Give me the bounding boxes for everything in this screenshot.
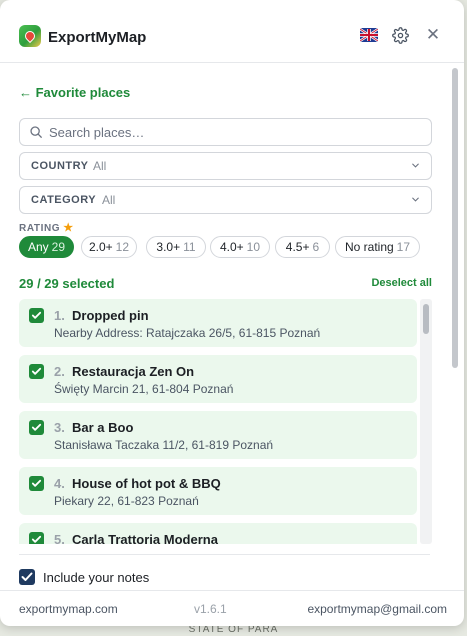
- country-select[interactable]: COUNTRY All: [19, 152, 432, 180]
- app-logo-icon: [19, 25, 41, 47]
- country-select-label: COUNTRY: [31, 160, 89, 172]
- item-number: 3.: [54, 420, 65, 435]
- item-number: 2.: [54, 364, 65, 379]
- item-checkbox[interactable]: [29, 364, 44, 379]
- deselect-all-link[interactable]: Deselect all: [371, 277, 432, 289]
- list-item[interactable]: 5. Carla Trattoria Moderna: [19, 523, 417, 544]
- item-name: Dropped pin: [72, 308, 149, 323]
- item-number: 5.: [54, 532, 65, 544]
- selection-summary: 29 / 29 selected: [19, 276, 115, 291]
- rating-filter-label: RATING ★: [19, 222, 74, 234]
- search-input[interactable]: [49, 123, 419, 141]
- app-title: ExportMyMap: [48, 29, 147, 46]
- list-item[interactable]: 1. Dropped pin Nearby Address: Ratajczak…: [19, 299, 417, 347]
- item-name: House of hot pot & BBQ: [72, 476, 221, 491]
- category-select-label: CATEGORY: [31, 194, 97, 206]
- category-select[interactable]: CATEGORY All: [19, 186, 432, 214]
- rating-chip-4-5[interactable]: 4.5+ 6: [275, 236, 330, 258]
- chevron-down-icon: [412, 163, 419, 168]
- email-link[interactable]: exportmymap@gmail.com: [307, 602, 447, 616]
- item-address: Stanisława Taczaka 11/2, 61-819 Poznań: [54, 438, 274, 452]
- gear-icon[interactable]: [392, 27, 409, 44]
- category-select-value: All: [102, 193, 116, 207]
- include-notes-checkbox[interactable]: [19, 569, 35, 585]
- search-box[interactable]: [19, 118, 432, 146]
- item-name: Bar a Boo: [72, 420, 134, 435]
- item-address: Piekary 22, 61-823 Poznań: [54, 494, 199, 508]
- include-notes-label: Include your notes: [43, 570, 150, 585]
- list-scrollbar[interactable]: [420, 299, 432, 544]
- list-item[interactable]: 3. Bar a Boo Stanisława Taczaka 11/2, 61…: [19, 411, 417, 459]
- item-address: Nearby Address: Ratajczaka 26/5, 61-815 …: [54, 326, 321, 340]
- export-panel: ExportMyMap ✕ ← Favorite places Search p…: [0, 0, 464, 626]
- back-to-favorites-link[interactable]: ← Favorite places: [19, 85, 130, 100]
- version-label: v1.6.1: [194, 602, 227, 616]
- chevron-down-icon: [412, 197, 419, 202]
- item-address: Święty Marcin 21, 61-804 Poznań: [54, 382, 234, 396]
- places-list: 1. Dropped pin Nearby Address: Ratajczak…: [19, 299, 432, 544]
- list-scrollbar-thumb[interactable]: [423, 304, 429, 334]
- country-select-value: All: [93, 159, 107, 173]
- item-number: 4.: [54, 476, 65, 491]
- item-checkbox[interactable]: [29, 308, 44, 323]
- star-icon: ★: [63, 222, 74, 234]
- search-icon: [30, 126, 42, 138]
- close-icon[interactable]: ✕: [425, 26, 441, 43]
- divider: [19, 554, 430, 555]
- panel-header: ExportMyMap ✕: [0, 0, 464, 63]
- website-link[interactable]: exportmymap.com: [19, 602, 118, 616]
- item-checkbox[interactable]: [29, 532, 44, 544]
- list-item[interactable]: 2. Restauracja Zen On Święty Marcin 21, …: [19, 355, 417, 403]
- uk-flag-icon[interactable]: [360, 28, 378, 42]
- rating-chip-4[interactable]: 4.0+ 10: [210, 236, 270, 258]
- item-name: Restauracja Zen On: [72, 364, 195, 379]
- panel-footer: exportmymap.com v1.6.1 exportmymap@gmail…: [0, 590, 464, 626]
- rating-chip-2[interactable]: 2.0+ 12: [81, 236, 137, 258]
- item-checkbox[interactable]: [29, 420, 44, 435]
- rating-chip-no-rating[interactable]: No rating 17: [335, 236, 420, 258]
- panel-scrollbar-thumb[interactable]: [452, 68, 458, 368]
- list-item[interactable]: 4. House of hot pot & BBQ Piekary 22, 61…: [19, 467, 417, 515]
- panel-scrollbar[interactable]: [450, 64, 460, 590]
- item-checkbox[interactable]: [29, 476, 44, 491]
- item-number: 1.: [54, 308, 65, 323]
- item-name: Carla Trattoria Moderna: [72, 532, 218, 544]
- rating-chip-3[interactable]: 3.0+ 11: [146, 236, 206, 258]
- rating-chip-any[interactable]: Any 29: [19, 236, 74, 258]
